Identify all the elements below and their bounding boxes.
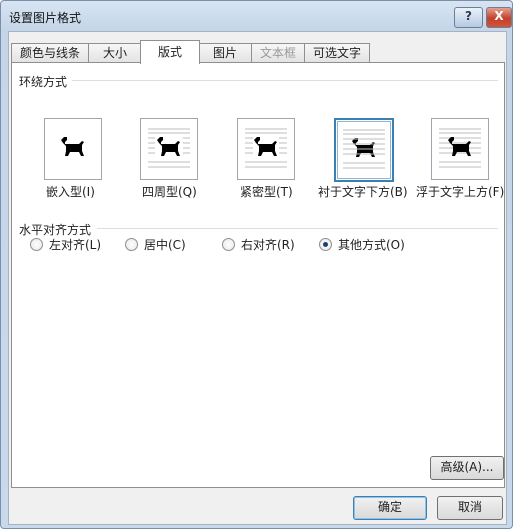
wrap-inline-label: 嵌入型(I): [46, 185, 95, 199]
wrap-in-front-label: 浮于文字上方(F): [416, 185, 505, 199]
dialog-title: 设置图片格式: [9, 11, 82, 25]
align-other-radio[interactable]: 其他方式(O): [319, 236, 405, 253]
close-button[interactable]: X: [486, 7, 512, 28]
tab-layout[interactable]: 版式: [140, 40, 200, 64]
tab-colors-lines[interactable]: 颜色与线条: [11, 43, 89, 63]
wrap-tight-label: 紧密型(T): [240, 185, 293, 199]
align-right-radio[interactable]: 右对齐(R): [222, 236, 295, 253]
dog-silhouette-icon: [343, 129, 385, 169]
radio-selected-icon: [319, 238, 332, 251]
wrap-section-divider: [72, 80, 498, 81]
help-button[interactable]: ?: [454, 7, 483, 28]
wrap-in-front-option[interactable]: [431, 118, 489, 180]
cancel-button[interactable]: 取消: [437, 496, 503, 520]
align-other-label: 其他方式(O): [338, 238, 405, 252]
align-left-radio[interactable]: 左对齐(L): [30, 236, 101, 253]
radio-circle-icon: [222, 238, 235, 251]
tab-text-box: 文本框: [251, 43, 305, 63]
dog-silhouette-icon: [439, 128, 481, 168]
dialog-body: 颜色与线条 大小 版式 图片 文本框 可选文字 环绕方式 嵌入型(I) 四周型(…: [8, 31, 507, 525]
dog-silhouette-icon: [148, 128, 190, 168]
ok-button[interactable]: 确定: [353, 496, 427, 520]
align-section-divider: [97, 228, 498, 229]
layout-panel: 环绕方式 嵌入型(I) 四周型(Q) 紧密型(T) 衬于文字下方(B) 浮于文字…: [11, 62, 505, 488]
wrap-inline-option[interactable]: [44, 118, 102, 180]
radio-circle-icon: [30, 238, 43, 251]
wrap-section-title: 环绕方式: [19, 73, 72, 90]
wrap-square-label: 四周型(Q): [142, 185, 197, 199]
wrap-behind-text-label: 衬于文字下方(B): [318, 185, 408, 199]
align-center-label: 居中(C): [144, 238, 186, 252]
tab-picture[interactable]: 图片: [198, 43, 252, 63]
title-bar[interactable]: 设置图片格式 ? X: [1, 1, 512, 31]
wrap-behind-text-option[interactable]: [334, 118, 394, 182]
advanced-button[interactable]: 高级(A)...: [430, 456, 504, 480]
wrap-square-option[interactable]: [140, 118, 198, 180]
tab-size[interactable]: 大小: [88, 43, 142, 63]
dog-silhouette-icon: [61, 137, 84, 156]
align-left-label: 左对齐(L): [49, 238, 102, 252]
tab-alt-text[interactable]: 可选文字: [304, 43, 370, 63]
radio-circle-icon: [125, 238, 138, 251]
align-right-label: 右对齐(R): [241, 238, 295, 252]
wrap-tight-option[interactable]: [237, 118, 295, 180]
format-picture-dialog: 设置图片格式 ? X 颜色与线条 大小 版式 图片 文本框 可选文字 环绕方式: [0, 0, 513, 529]
align-center-radio[interactable]: 居中(C): [125, 236, 186, 253]
dog-silhouette-icon: [245, 128, 287, 168]
